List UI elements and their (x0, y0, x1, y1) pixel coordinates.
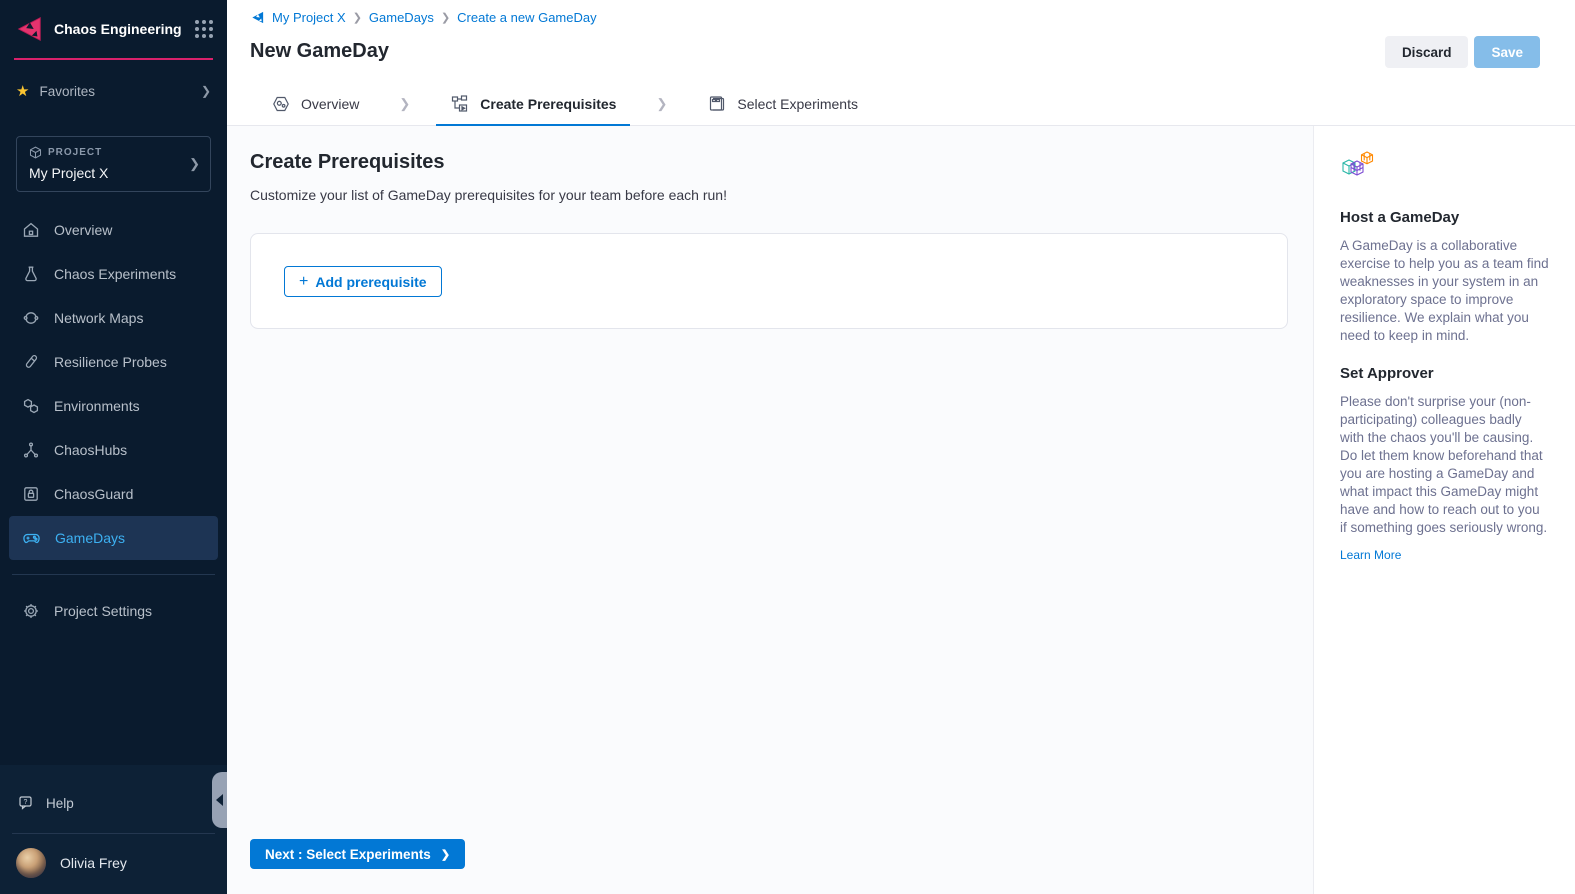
chevron-right-icon: ❯ (353, 11, 362, 24)
tab-label: Overview (301, 96, 359, 112)
chevron-right-icon: ❯ (189, 156, 200, 172)
sidebar-item-resilience-probes[interactable]: Resilience Probes (0, 340, 227, 384)
plus-icon: + (299, 273, 308, 291)
project-label: PROJECT (48, 147, 102, 158)
svg-text:?: ? (24, 799, 28, 806)
environments-icon (22, 397, 40, 415)
sidebar-item-label: ChaosGuard (54, 486, 133, 502)
project-name: My Project X (29, 165, 198, 181)
hub-icon (22, 441, 40, 459)
header-actions: Discard Save (1385, 36, 1540, 68)
chaos-engineering-logo-icon (14, 14, 44, 44)
brand-name: Chaos Engineering (54, 21, 185, 37)
brand-divider (14, 58, 213, 60)
tab-select-experiments[interactable]: Select Experiments (693, 82, 872, 126)
cubes-icon (1340, 150, 1376, 184)
chevron-right-icon: ❯ (630, 96, 693, 112)
breadcrumb-link-create[interactable]: Create a new GameDay (457, 10, 596, 25)
breadcrumb: My Project X ❯ GameDays ❯ Create a new G… (250, 10, 597, 25)
chevron-right-icon: ❯ (441, 848, 450, 861)
left-sidebar: Chaos Engineering ★ Favorites ❯ PROJECT … (0, 0, 227, 894)
add-prerequisite-label: Add prerequisite (315, 274, 426, 290)
stacked-list-icon (707, 94, 727, 114)
sidebar-item-label: Resilience Probes (54, 354, 167, 370)
help-label: Help (46, 796, 74, 811)
sidebar-item-overview[interactable]: Overview (0, 208, 227, 252)
flask-icon (22, 265, 40, 283)
lock-icon (22, 485, 40, 503)
sidebar-collapse-handle[interactable] (212, 772, 227, 828)
sidebar-item-chaos-experiments[interactable]: Chaos Experiments (0, 252, 227, 296)
set-approver-heading: Set Approver (1340, 365, 1549, 382)
flowchart-icon (450, 94, 470, 114)
save-button[interactable]: Save (1474, 36, 1540, 68)
favorites-row[interactable]: ★ Favorites ❯ (0, 70, 227, 112)
probe-icon (22, 353, 40, 371)
chevron-right-icon: ❯ (373, 96, 436, 112)
next-button-label: Next : Select Experiments (265, 847, 431, 862)
sidebar-divider (12, 574, 215, 575)
network-map-icon (22, 309, 40, 327)
host-gameday-text: A GameDay is a collaborative exercise to… (1340, 237, 1549, 345)
sidebar-item-label: Project Settings (54, 603, 152, 619)
app-switcher-icon[interactable] (195, 20, 213, 38)
prerequisites-card: + Add prerequisite (250, 233, 1288, 329)
breadcrumb-link-project[interactable]: My Project X (272, 10, 346, 25)
user-profile[interactable]: Olivia Frey (0, 834, 227, 894)
sidebar-item-label: Network Maps (54, 310, 143, 326)
next-select-experiments-button[interactable]: Next : Select Experiments ❯ (250, 839, 465, 869)
project-crumb-icon (250, 10, 265, 25)
favorites-label: Favorites (39, 84, 190, 99)
section-subtitle: Customize your list of GameDay prerequis… (250, 187, 727, 203)
chevron-right-icon: ❯ (441, 11, 450, 24)
tab-overview[interactable]: Overview (257, 82, 373, 126)
home-icon (22, 221, 40, 239)
tab-label: Create Prerequisites (480, 96, 616, 112)
sidebar-item-network-maps[interactable]: Network Maps (0, 296, 227, 340)
add-prerequisite-button[interactable]: + Add prerequisite (284, 266, 442, 297)
page-title: New GameDay (250, 40, 389, 63)
sidebar-item-label: Environments (54, 398, 140, 414)
sidebar-item-chaoshubs[interactable]: ChaosHubs (0, 428, 227, 472)
help-panel: Host a GameDay A GameDay is a collaborat… (1313, 126, 1575, 894)
sidebar-item-chaosguard[interactable]: ChaosGuard (0, 472, 227, 516)
project-selector[interactable]: PROJECT My Project X ❯ (16, 136, 211, 192)
gear-icon (22, 602, 40, 620)
host-gameday-heading: Host a GameDay (1340, 209, 1549, 226)
hexagon-gears-icon (271, 94, 291, 114)
set-approver-text: Please don't surprise your (non-particip… (1340, 393, 1549, 537)
sidebar-header: Chaos Engineering (0, 0, 227, 56)
sidebar-nav: Overview Chaos Experiments Network Maps … (0, 208, 227, 560)
gamepad-icon (22, 529, 41, 548)
star-icon: ★ (16, 82, 29, 100)
sidebar-item-gamedays[interactable]: GameDays (9, 516, 218, 560)
sidebar-item-project-settings[interactable]: Project Settings (0, 589, 227, 633)
sidebar-item-label: ChaosHubs (54, 442, 127, 458)
wizard-tabbar: Overview ❯ Create Prerequisites ❯ Select… (227, 82, 1575, 126)
sidebar-item-label: Overview (54, 222, 112, 238)
sidebar-bottom: ? Help Olivia Frey (0, 765, 227, 894)
learn-more-link[interactable]: Learn More (1340, 548, 1401, 562)
user-name: Olivia Frey (60, 855, 127, 871)
page-header: My Project X ❯ GameDays ❯ Create a new G… (227, 0, 1575, 82)
chevron-left-icon (216, 794, 223, 806)
help-chat-icon: ? (18, 795, 34, 811)
discard-button[interactable]: Discard (1385, 36, 1469, 68)
cube-icon (29, 146, 42, 159)
tab-label: Select Experiments (737, 96, 858, 112)
sidebar-item-label: GameDays (55, 530, 125, 546)
tab-create-prerequisites[interactable]: Create Prerequisites (436, 82, 630, 126)
avatar (16, 848, 46, 878)
section-heading: Create Prerequisites (250, 151, 445, 174)
chevron-right-icon: ❯ (201, 84, 211, 98)
sidebar-item-environments[interactable]: Environments (0, 384, 227, 428)
main-content: Create Prerequisites Customize your list… (227, 126, 1313, 894)
help-button[interactable]: ? Help (0, 783, 227, 823)
breadcrumb-link-gamedays[interactable]: GameDays (369, 10, 434, 25)
sidebar-item-label: Chaos Experiments (54, 266, 176, 282)
chaos-engineering-app: Chaos Engineering ★ Favorites ❯ PROJECT … (0, 0, 1575, 894)
